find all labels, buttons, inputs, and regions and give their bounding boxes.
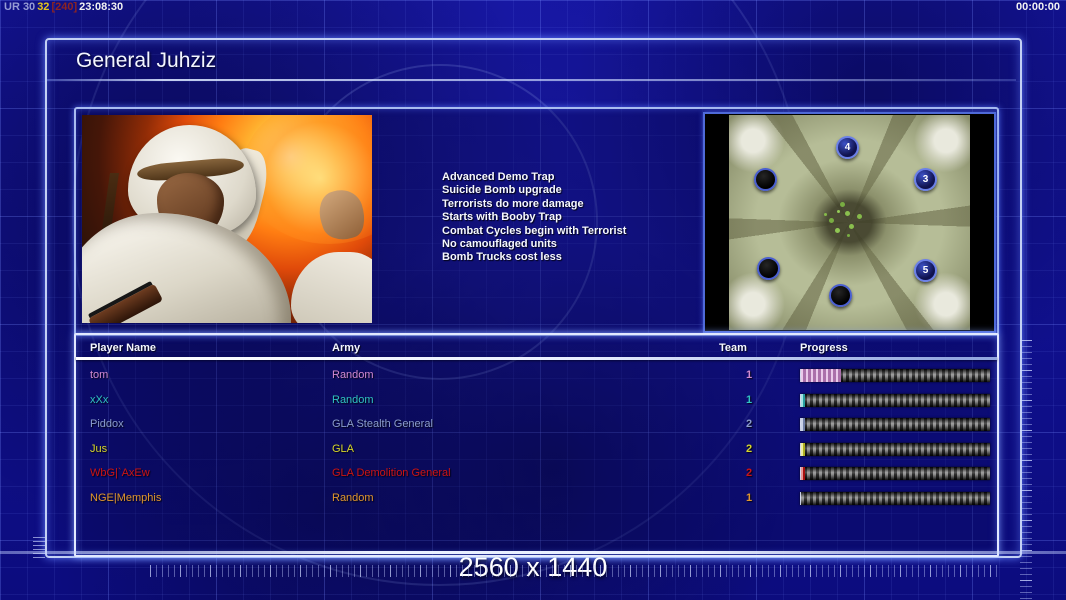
title-divider [47, 79, 1016, 81]
player-army: GLA Demolition General [332, 467, 451, 480]
bonus-item: No camouflaged units [442, 238, 557, 251]
player-name: Piddox [90, 418, 124, 431]
bonus-item: Bomb Trucks cost less [442, 251, 562, 264]
map-spawn-marker-empty [757, 257, 780, 280]
player-army: Random [332, 491, 374, 504]
portrait-sleeve [290, 252, 372, 323]
progress-fill [801, 369, 841, 382]
loading-screen: UR 30 32 [240] 23:08:30 00:00:00 General Ju… [0, 0, 1066, 600]
ruler-left [33, 537, 45, 561]
progress-fill [801, 442, 805, 456]
players-table: Player Name Army Team Progress tom Rando… [74, 333, 999, 557]
general-portrait [82, 115, 372, 323]
player-name: NGE|Memphis [90, 491, 162, 504]
player-name: Jus [90, 442, 108, 455]
ruler-bottom [150, 565, 1002, 577]
player-team: 2 [745, 467, 753, 480]
bonus-item: Starts with Booby Trap [442, 211, 562, 224]
page-title: General Juhziz [76, 49, 217, 72]
table-row: tom Random 1 [76, 363, 997, 388]
table-row: NGE|Memphis Random 1 [76, 486, 997, 511]
player-army: GLA [332, 442, 355, 455]
map-spawn-marker-4: 4 [836, 136, 859, 159]
player-team: 1 [745, 393, 753, 406]
hud-stats: UR 30 32 [240] 23:08:30 [4, 1, 125, 13]
column-header-progress: Progress [800, 342, 848, 354]
progress-bar [800, 369, 990, 382]
table-row: Piddox GLA Stealth General 2 [76, 412, 997, 437]
match-timer: 00:00:00 [1015, 1, 1060, 13]
hud-fps-cap: [240] [51, 1, 78, 13]
ruler-right [1020, 340, 1032, 600]
table-row: Jus GLA 2 [76, 437, 997, 462]
progress-fill [801, 393, 805, 407]
progress-fill [801, 467, 805, 480]
column-header-player-name: Player Name [90, 342, 157, 354]
player-team: 1 [745, 369, 753, 382]
hud-fps: 32 [37, 1, 50, 13]
general-bonus-list: Advanced Demo Trap Suicide Bomb upgrade … [442, 171, 626, 265]
player-name: WbG|`AxEw [90, 467, 150, 480]
column-header-army: Army [332, 342, 361, 354]
map-spawn-marker-3: 3 [914, 168, 937, 191]
player-rows: tom Random 1 xXx Random 1 Piddox GLA Ste… [76, 363, 997, 510]
progress-bar [800, 442, 990, 456]
map-preview: 4 3 5 [703, 112, 996, 333]
progress-bar [800, 393, 990, 407]
column-header-team: Team [719, 342, 747, 354]
map-spawn-marker-empty [754, 168, 777, 191]
progress-bar [800, 491, 990, 505]
map-spawn-marker-empty [829, 284, 852, 307]
hud-session: UR 30 [4, 1, 36, 13]
player-team: 2 [745, 418, 753, 431]
hud-clock: 23:08:30 [79, 1, 124, 13]
player-army: Random [332, 369, 374, 382]
map-center-units [837, 210, 840, 213]
player-army: Random [332, 393, 374, 406]
progress-bar [800, 418, 990, 431]
player-army: GLA Stealth General [332, 418, 433, 431]
bonus-item: Combat Cycles begin with Terrorist [442, 224, 627, 237]
map-spawn-marker-5: 5 [914, 259, 937, 282]
progress-fill [801, 418, 805, 431]
player-team: 2 [745, 442, 753, 455]
header-divider [76, 357, 997, 360]
bonus-item: Advanced Demo Trap [442, 171, 555, 183]
bonus-item: Terrorists do more damage [442, 197, 584, 210]
bonus-item: Suicide Bomb upgrade [442, 184, 562, 197]
player-name: tom [90, 369, 109, 382]
table-row: xXx Random 1 [76, 388, 997, 413]
player-name: xXx [90, 393, 109, 406]
table-row: WbG|`AxEw GLA Demolition General 2 [76, 461, 997, 486]
player-team: 1 [745, 491, 753, 504]
progress-bar [800, 467, 990, 480]
